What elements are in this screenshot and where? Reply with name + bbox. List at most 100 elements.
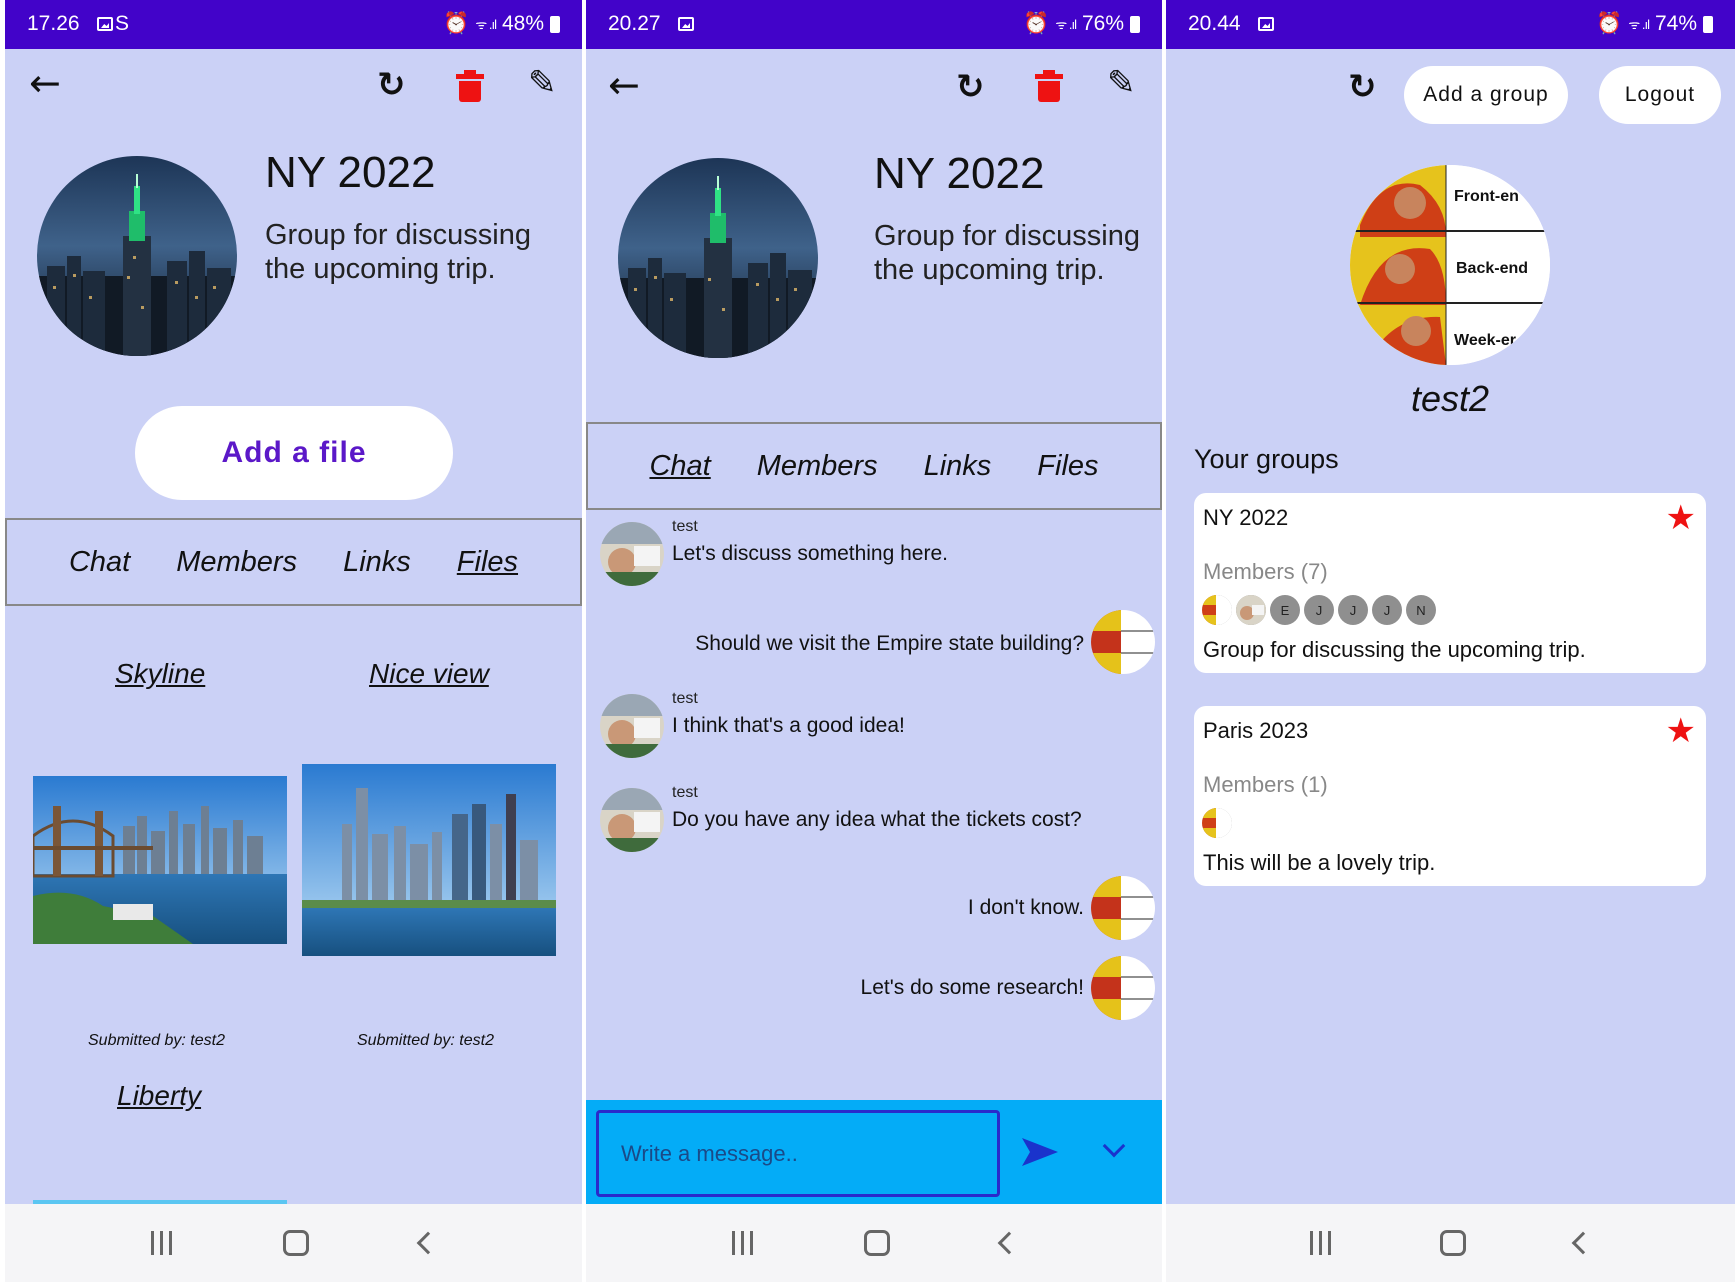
send-icon[interactable] [1020, 1136, 1060, 1168]
battery-icon [550, 15, 560, 33]
message-author: test [672, 784, 698, 801]
home-icon[interactable] [863, 1230, 890, 1256]
add-file-button[interactable]: Add a file [135, 406, 453, 500]
group-card-title: NY 2022 [1203, 505, 1289, 530]
pencil-icon[interactable]: ✎ [1107, 66, 1136, 100]
group-chat-screen: 20.27 ⏰ ᯤ .ıl 76% ← ↻ ✎ NY 2022 Group fo… [586, 0, 1162, 1282]
refresh-icon[interactable]: ↻ [377, 68, 406, 102]
status-time: 20.44 [1188, 12, 1241, 35]
sync-notification-icon: S [115, 12, 130, 35]
member-avatars [1202, 808, 1232, 838]
pencil-icon[interactable]: ✎ [528, 66, 557, 100]
message-text: I don't know. [967, 896, 1084, 919]
member-avatars: E J J J N [1202, 595, 1436, 625]
battery-icon [1703, 15, 1713, 33]
file-submitted-by: Submitted by: test2 [357, 1032, 494, 1049]
add-group-button[interactable]: Add a group [1404, 66, 1568, 124]
back-icon[interactable] [416, 1231, 440, 1255]
trash-icon[interactable] [456, 70, 484, 102]
tab-files[interactable]: Files [457, 546, 518, 579]
file-thumbnail-skyline[interactable] [33, 776, 287, 944]
refresh-icon[interactable]: ↻ [956, 70, 985, 104]
meme-label-front: Front-en [1454, 188, 1519, 205]
group-tabs: Chat Members Links Files [586, 422, 1162, 510]
file-link-skyline[interactable]: Skyline [115, 658, 205, 690]
chevron-down-icon[interactable] [1102, 1134, 1126, 1158]
message-input[interactable] [596, 1110, 1000, 1197]
status-icons: ⏰ ᯤ .ıl 48% [443, 12, 560, 36]
gallery-notification-icon [1250, 12, 1274, 36]
member-initial: N [1406, 595, 1436, 625]
member-avatar [1202, 808, 1232, 838]
status-time: 17.26 [27, 12, 80, 35]
wifi-signal-icon: ᯤ .ıl [475, 17, 497, 32]
logout-button[interactable]: Logout [1599, 66, 1721, 124]
recent-apps-icon[interactable] [1310, 1231, 1332, 1255]
file-link-liberty[interactable]: Liberty [117, 1080, 201, 1112]
battery-percent: 48% [501, 12, 544, 35]
tab-links[interactable]: Links [343, 546, 411, 579]
member-initial: J [1304, 595, 1334, 625]
group-card[interactable]: Paris 2023 ★ Members (1) This will be a … [1194, 706, 1706, 886]
own-avatar [1091, 610, 1155, 674]
meme-label-week: Week-er [1454, 332, 1516, 349]
message-composer [586, 1100, 1162, 1204]
battery-percent: 74% [1654, 12, 1697, 35]
file-link-nice-view[interactable]: Nice view [369, 658, 489, 690]
home-icon[interactable] [1439, 1230, 1466, 1256]
file-thumbnail-nice-view[interactable] [302, 764, 556, 956]
group-title: NY 2022 [265, 148, 436, 197]
member-initial: J [1338, 595, 1368, 625]
group-card[interactable]: NY 2022 ★ Members (7) E J J J N Group fo… [1194, 493, 1706, 673]
alarm-icon: ⏰ [1023, 12, 1050, 35]
favorite-star-icon[interactable]: ★ [1666, 501, 1696, 535]
group-description: Group for discussing the upcoming trip. [874, 220, 1140, 286]
group-card-description: Group for discussing the upcoming trip. [1203, 637, 1586, 662]
favorite-star-icon[interactable]: ★ [1666, 714, 1696, 748]
own-avatar [1091, 876, 1155, 940]
wifi-signal-icon: ᯤ .ıl [1628, 17, 1650, 32]
back-arrow-icon[interactable]: ← [608, 66, 640, 104]
status-bar: 20.44 ⏰ ᯤ .ıl 74% [1166, 0, 1735, 49]
status-icons: ⏰ ᯤ .ıl 74% [1596, 12, 1713, 36]
tab-members[interactable]: Members [176, 546, 297, 579]
tab-chat[interactable]: Chat [69, 546, 130, 579]
message-text: I think that's a good idea! [672, 714, 905, 737]
member-avatar [1236, 595, 1266, 625]
message-text: Let's do some research! [860, 976, 1084, 999]
groups-home-screen: 20.44 ⏰ ᯤ .ıl 74% ↻ Add a group Logout F… [1166, 0, 1735, 1282]
home-icon[interactable] [282, 1230, 309, 1256]
group-description: Group for discussing the upcoming trip. [265, 219, 531, 285]
back-arrow-icon[interactable]: ← [29, 64, 61, 102]
back-icon[interactable] [997, 1231, 1020, 1255]
refresh-icon[interactable]: ↻ [1348, 70, 1377, 104]
group-tabs: Chat Members Links Files [5, 518, 582, 606]
trash-icon[interactable] [1035, 70, 1063, 102]
recent-apps-icon[interactable] [731, 1231, 753, 1255]
recent-apps-icon[interactable] [150, 1231, 172, 1255]
gallery-notification-icon [670, 12, 694, 36]
system-navigation-bar [1166, 1204, 1735, 1282]
file-submitted-by: Submitted by: test2 [88, 1032, 225, 1049]
status-bar: 17.26 S ⏰ ᯤ .ıl 48% [5, 0, 582, 49]
group-files-screen: 17.26 S ⏰ ᯤ .ıl 48% ← ↻ ✎ NY 2022 Group … [5, 0, 582, 1282]
tab-members[interactable]: Members [757, 450, 878, 483]
alarm-icon: ⏰ [1596, 12, 1623, 35]
group-avatar [37, 156, 237, 356]
tab-links[interactable]: Links [924, 450, 992, 483]
status-icons: ⏰ ᯤ .ıl 76% [1023, 12, 1140, 36]
battery-icon [1130, 15, 1140, 33]
message-text: Should we visit the Empire state buildin… [695, 632, 1084, 655]
sender-avatar [600, 694, 664, 758]
status-time: 20.27 [608, 12, 661, 35]
your-groups-heading: Your groups [1194, 444, 1339, 474]
tab-files[interactable]: Files [1037, 450, 1098, 483]
member-initial: E [1270, 595, 1300, 625]
message-text: Let's discuss something here. [672, 542, 948, 565]
status-bar: 20.27 ⏰ ᯤ .ıl 76% [586, 0, 1162, 49]
group-card-title: Paris 2023 [1203, 718, 1309, 743]
sender-avatar [600, 788, 664, 852]
tab-chat[interactable]: Chat [649, 450, 710, 483]
back-icon[interactable] [1571, 1231, 1594, 1255]
wifi-signal-icon: ᯤ .ıl [1055, 17, 1077, 32]
